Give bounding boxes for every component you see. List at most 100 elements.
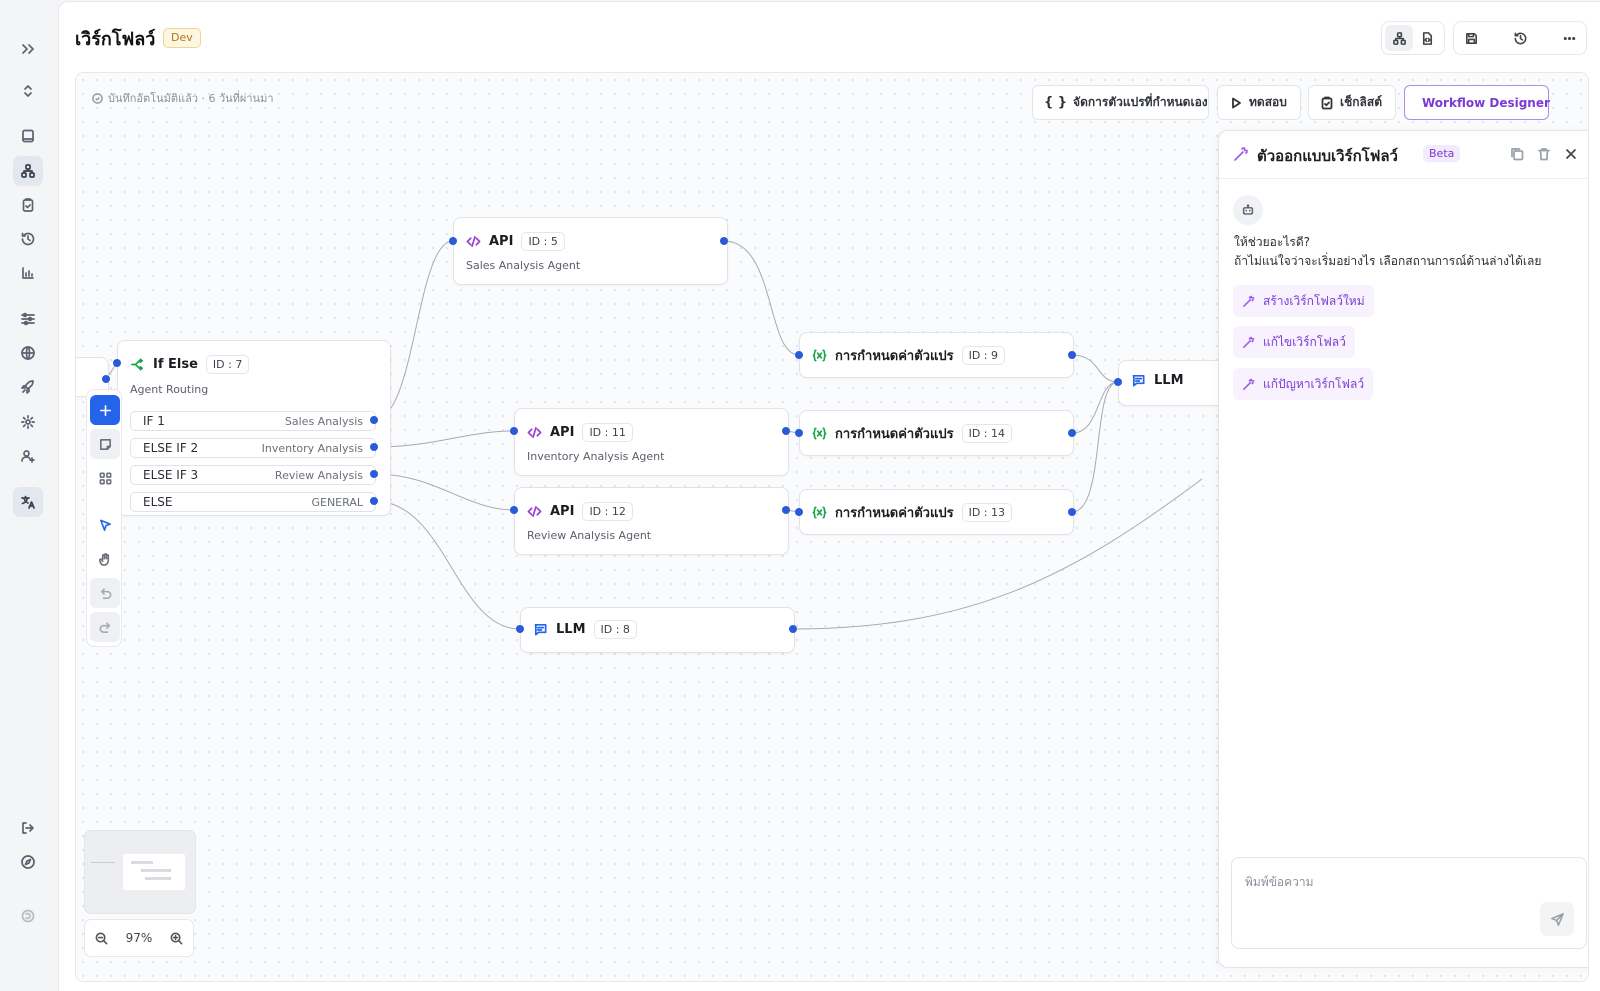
manage-variables-button[interactable]: { } จัดการตัวแปรที่กำหนดเอง — [1032, 85, 1209, 120]
suggestion-label: สร้างเวิร์กโฟลว์ใหม่ — [1263, 293, 1365, 308]
branch-row[interactable]: ELSE GENERAL — [130, 492, 376, 512]
undo-icon[interactable] — [90, 578, 120, 608]
handle[interactable] — [516, 625, 524, 633]
message-input[interactable]: พิมพ์ข้อความ — [1231, 857, 1587, 949]
branch-row[interactable]: ELSE IF 2 Inventory Analysis — [130, 438, 376, 458]
api-node[interactable]: API ID : 11 Inventory Analysis Agent — [514, 408, 789, 476]
ifelse-node[interactable]: If Else ID : 7 Agent Routing IF 1 Sales A… — [117, 340, 391, 516]
variable-assign-node[interactable]: การกำหนดค่าตัวแปร ID : 13 — [799, 489, 1074, 535]
handle[interactable] — [795, 508, 803, 516]
test-button[interactable]: ทดสอบ — [1217, 85, 1301, 120]
translate-icon[interactable] — [13, 487, 43, 517]
clipboard-icon[interactable] — [13, 190, 43, 220]
branch-row[interactable]: ELSE IF 3 Review Analysis — [130, 465, 376, 485]
history-icon[interactable] — [1506, 25, 1534, 51]
node-header: API ID : 12 — [527, 502, 633, 521]
manage-variables-label: จัดการตัวแปรที่กำหนดเอง — [1073, 95, 1208, 109]
minimap[interactable] — [84, 830, 196, 914]
handle[interactable] — [720, 237, 728, 245]
node-id-badge: ID : 8 — [593, 620, 637, 639]
handle[interactable] — [510, 506, 518, 514]
workflow-canvas[interactable]: บันทึกอัตโนมัติแล้ว · 6 วันที่ผ่านมา { }… — [75, 72, 1589, 982]
code-file-icon[interactable] — [1413, 25, 1441, 51]
suggestion-edit-workflow[interactable]: แก้ไขเวิร์กโฟลว์ — [1233, 326, 1355, 358]
variable-assign-node[interactable]: การกำหนดค่าตัวแปร ID : 9 — [799, 332, 1074, 378]
handle[interactable] — [1068, 508, 1076, 516]
send-button[interactable] — [1540, 902, 1574, 936]
branch-target: GENERAL — [311, 495, 363, 509]
node-id-badge: ID : 12 — [582, 502, 633, 521]
handle[interactable] — [370, 470, 378, 478]
edge-var9-llm — [1071, 354, 1119, 383]
compass-icon[interactable] — [13, 847, 43, 877]
handle[interactable] — [1114, 378, 1122, 386]
branch-row[interactable]: IF 1 Sales Analysis — [130, 411, 376, 431]
handle[interactable] — [795, 429, 803, 437]
beta-badge: Beta — [1423, 145, 1461, 162]
branch-label: IF 1 — [143, 414, 165, 428]
variable-assign-node[interactable]: การกำหนดค่าตัวแปร ID : 14 — [799, 410, 1074, 456]
panel-title: ตัวออกแบบเวิร์กโฟลว์ — [1257, 147, 1398, 165]
handle[interactable] — [370, 443, 378, 451]
handle[interactable] — [370, 497, 378, 505]
zoom-out-icon[interactable] — [94, 931, 109, 946]
analytics-icon[interactable] — [13, 258, 43, 288]
copy-icon[interactable] — [1509, 146, 1525, 162]
help-title: ให้ช่วยอะไรดี? — [1234, 235, 1310, 249]
hand-pan-icon[interactable] — [90, 544, 120, 574]
node-title: API — [550, 425, 575, 440]
node-title: API — [489, 234, 514, 249]
sliders-icon[interactable] — [13, 304, 43, 334]
llm-node[interactable]: LLM ID : 8 — [520, 607, 795, 653]
switch-workspace-icon[interactable] — [13, 76, 43, 106]
expand-sidebar-icon[interactable] — [13, 34, 43, 64]
suggestion-create-workflow[interactable]: สร้างเวิร์กโฟลว์ใหม่ — [1233, 285, 1374, 317]
autosave-status: บันทึกอัตโนมัติแล้ว · 6 วันที่ผ่านมา — [92, 89, 274, 107]
node-title: การกำหนดค่าตัวแปร — [835, 427, 954, 442]
more-options-icon[interactable] — [1555, 25, 1583, 51]
settings-icon[interactable] — [13, 407, 43, 437]
chat-icon — [534, 623, 547, 636]
workflow-icon[interactable] — [13, 156, 43, 186]
node-title: LLM — [1154, 373, 1184, 388]
api-node[interactable]: API ID : 12 Review Analysis Agent — [514, 487, 789, 555]
handle[interactable] — [782, 506, 790, 514]
workflow-view-icon[interactable] — [1385, 25, 1413, 51]
code-icon — [527, 505, 542, 518]
handle[interactable] — [113, 359, 121, 367]
trash-icon[interactable] — [1536, 146, 1552, 162]
book-icon[interactable] — [13, 121, 43, 151]
workflow-designer-button[interactable]: Workflow Designer — [1404, 85, 1550, 120]
rocket-icon[interactable] — [13, 372, 43, 402]
globe-icon[interactable] — [13, 338, 43, 368]
handle[interactable] — [795, 351, 803, 359]
handle[interactable] — [1068, 351, 1076, 359]
handle[interactable] — [782, 427, 790, 435]
suggestion-fix-workflow[interactable]: แก้ปัญหาเวิร์กโฟลว์ — [1233, 368, 1374, 400]
user-settings-icon[interactable] — [13, 441, 43, 471]
handle[interactable] — [1068, 429, 1076, 437]
redo-icon[interactable] — [90, 612, 120, 642]
magic-wand-icon — [1233, 146, 1249, 162]
pointer-icon[interactable] — [90, 510, 120, 540]
handle[interactable] — [449, 237, 457, 245]
edge-elseif3-api12 — [373, 473, 515, 511]
checklist-button[interactable]: เช็กลิสต์ — [1308, 85, 1396, 120]
code-icon — [466, 235, 481, 248]
note-icon[interactable] — [90, 429, 120, 459]
api-node[interactable]: API ID : 5 Sales Analysis Agent — [453, 217, 728, 285]
handle[interactable] — [370, 416, 378, 424]
branch-label: ELSE IF 2 — [143, 441, 199, 455]
send-icon — [1550, 912, 1564, 926]
history-icon[interactable] — [13, 224, 43, 254]
handle[interactable] — [510, 427, 518, 435]
handle[interactable] — [789, 625, 797, 633]
zoom-in-icon[interactable] — [169, 931, 184, 946]
handle[interactable] — [102, 375, 110, 383]
close-icon[interactable] — [1563, 146, 1579, 162]
workflow-designer-label: Workflow Designer — [1422, 95, 1550, 110]
save-icon[interactable] — [1457, 25, 1485, 51]
logout-icon[interactable] — [13, 813, 43, 843]
grid-layout-icon[interactable] — [90, 463, 120, 493]
add-node-button[interactable] — [90, 395, 120, 425]
